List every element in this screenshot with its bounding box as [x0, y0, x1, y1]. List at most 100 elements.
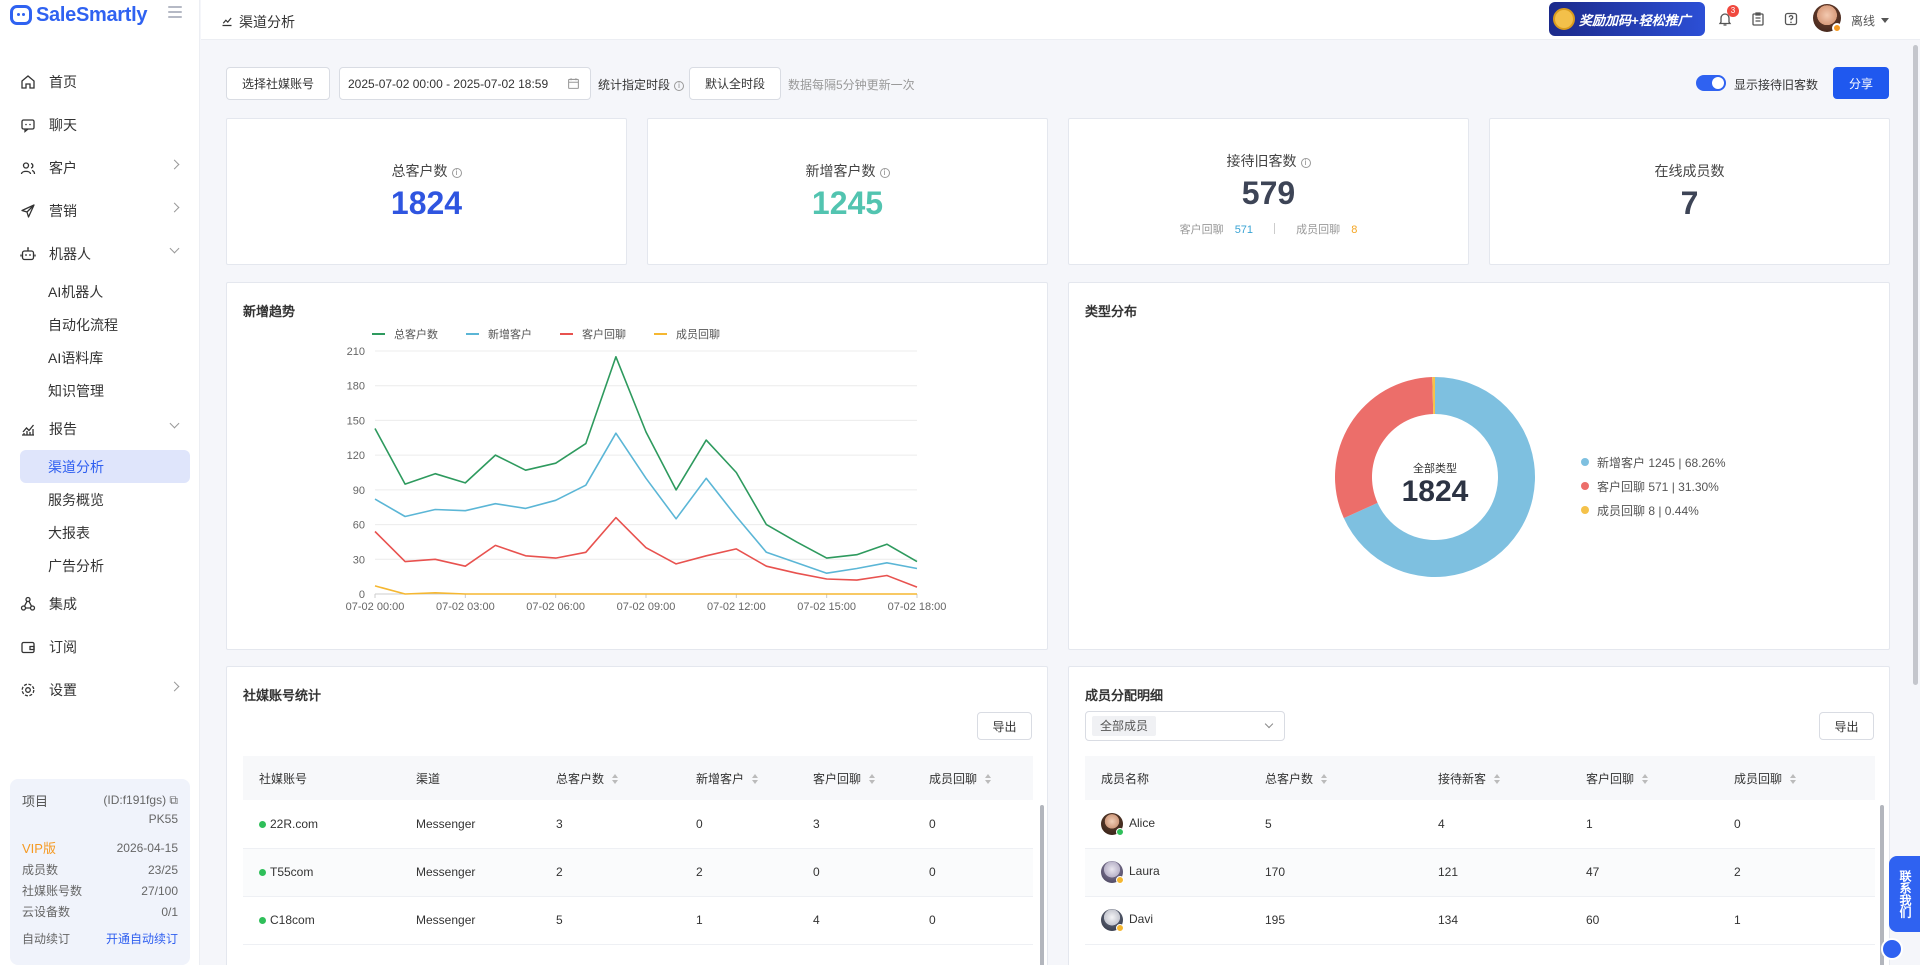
sidebar-sub-ai-robot[interactable]: AI机器人: [0, 275, 200, 308]
table-row[interactable]: Davi 195 134 60 1: [1085, 896, 1875, 945]
select-account-button[interactable]: 选择社媒账号: [226, 67, 330, 100]
donut-center-label: 全部类型: [1413, 463, 1457, 475]
x-tick-label: 07-02 06:00: [526, 601, 585, 613]
col-header-sortable[interactable]: 成员回聊: [913, 756, 1033, 800]
col-header-sortable[interactable]: 接待新客: [1422, 756, 1570, 800]
table-row[interactable]: 22R.com Messenger 3 0 3 0: [243, 800, 1033, 849]
chat-bubble-icon[interactable]: [1881, 938, 1903, 960]
x-tick-label: 07-02 18:00: [888, 601, 947, 613]
page-title: 渠道分析: [239, 14, 295, 30]
sidebar-item-label: 集成: [49, 595, 77, 612]
sort-icon[interactable]: [869, 773, 876, 784]
sidebar: SaleSmartly 首页 聊天 客户 营销 机器人 AI机器人 自动化流程 …: [0, 0, 200, 965]
total-cell: 170: [1249, 848, 1422, 897]
integration-icon: [20, 596, 36, 612]
pie-legend-item[interactable]: 客户回聊 571 | 31.30%: [1581, 474, 1726, 498]
table-row[interactable]: T55com Messenger 2 2 0 0: [243, 848, 1033, 897]
chevron-down-icon: [169, 243, 180, 254]
sidebar-item-label: 客户: [49, 159, 77, 176]
customer-reply-cell: 4: [797, 896, 913, 945]
period-select[interactable]: 默认全时段: [689, 67, 781, 100]
promo-banner[interactable]: 奖励加码+轻松推广: [1549, 2, 1705, 36]
table-row[interactable]: C18com Messenger 5 1 4 0: [243, 896, 1033, 945]
project-id[interactable]: (ID:f191fgs) ⧉: [103, 793, 178, 808]
sidebar-sub-knowledge[interactable]: 知识管理: [0, 374, 200, 407]
period-label: 统计指定时段 i: [598, 76, 685, 93]
sort-icon[interactable]: [1642, 773, 1649, 784]
breadcrumb: 渠道分析: [221, 12, 295, 32]
sidebar-sub-ads-analysis[interactable]: 广告分析: [0, 549, 200, 582]
sort-icon[interactable]: [1494, 773, 1501, 784]
date-range-picker[interactable]: 2025-07-02 00:00 - 2025-07-02 18:59: [339, 67, 591, 100]
help-icon[interactable]: [1783, 11, 1799, 27]
show-old-customers-toggle[interactable]: [1696, 75, 1726, 91]
export-button[interactable]: 导出: [977, 712, 1032, 740]
clipboard-icon[interactable]: [1750, 11, 1766, 27]
export-button[interactable]: 导出: [1819, 712, 1874, 740]
share-button[interactable]: 分享: [1833, 67, 1889, 99]
stat-value: 1245: [811, 185, 884, 221]
info-icon[interactable]: i: [674, 81, 685, 91]
table-scrollbar[interactable]: [1040, 805, 1044, 965]
notification-badge: 3: [1727, 5, 1739, 17]
avatar: [1101, 861, 1124, 884]
renew-label: 自动续订: [22, 932, 71, 946]
sidebar-item-chat[interactable]: 聊天: [0, 103, 200, 146]
sidebar-item-marketing[interactable]: 营销: [0, 189, 200, 232]
total-cell: 5: [540, 896, 680, 945]
sort-icon[interactable]: [1790, 773, 1797, 784]
sort-icon[interactable]: [985, 773, 992, 784]
pie-legend-item[interactable]: 新增客户 1245 | 68.26%: [1581, 450, 1726, 474]
sidebar-sub-ai-corpus[interactable]: AI语料库: [0, 341, 200, 374]
sort-icon[interactable]: [752, 773, 759, 784]
sidebar-item-settings[interactable]: 设置: [0, 668, 200, 711]
col-header-sortable[interactable]: 新增客户: [680, 756, 797, 800]
chat-icon: [20, 117, 36, 133]
stat-value: 579: [1241, 175, 1296, 211]
sidebar-item-label: 机器人: [49, 245, 91, 262]
table-row[interactable]: Laura 170 121 47 2: [1085, 848, 1875, 897]
copy-icon[interactable]: ⧉: [169, 793, 178, 807]
col-header-sortable[interactable]: 客户回聊: [797, 756, 913, 800]
sidebar-sub-channel-analysis[interactable]: 渠道分析: [20, 450, 190, 483]
bell-icon[interactable]: 3: [1717, 5, 1739, 27]
renew-link[interactable]: 开通自动续订: [106, 930, 178, 947]
user-avatar[interactable]: [1813, 4, 1842, 33]
series-line-2: [374, 516, 918, 588]
sidebar-sub-service-overview[interactable]: 服务概览: [0, 483, 200, 516]
member-filter-select[interactable]: 全部成员: [1085, 711, 1285, 741]
sidebar-item-customers[interactable]: 客户: [0, 146, 200, 189]
donut-center-value: 1824: [1401, 475, 1469, 508]
sidebar-item-home[interactable]: 首页: [0, 60, 200, 103]
info-icon[interactable]: i: [1300, 158, 1311, 168]
col-header-sortable[interactable]: 总客户数: [1249, 756, 1422, 800]
table-row[interactable]: Alice 5 4 1 0: [1085, 800, 1875, 849]
contact-us-tab[interactable]: 联系我们: [1889, 856, 1920, 932]
col-header-sortable[interactable]: 客户回聊: [1570, 756, 1718, 800]
info-icon[interactable]: i: [451, 168, 462, 178]
collapse-menu-icon[interactable]: [168, 6, 182, 18]
sort-icon[interactable]: [1321, 773, 1328, 784]
sort-icon[interactable]: [612, 773, 619, 784]
new-cell: 121: [1422, 848, 1570, 897]
col-header-sortable[interactable]: 成员回聊: [1718, 756, 1875, 800]
customer-reply-cell: 3: [797, 800, 913, 849]
page-scrollbar[interactable]: [1913, 45, 1918, 685]
sidebar-sub-automation[interactable]: 自动化流程: [0, 308, 200, 341]
x-tick-label: 07-02 15:00: [797, 601, 856, 613]
member-allocation-table: 成员名称 总客户数 接待新客 客户回聊 成员回聊 Alice 5 4 1 0 L…: [1085, 756, 1875, 945]
sidebar-item-robot[interactable]: 机器人: [0, 232, 200, 275]
info-icon[interactable]: i: [879, 168, 890, 178]
brand-logo[interactable]: SaleSmartly: [10, 2, 148, 28]
sidebar-item-integration[interactable]: 集成: [0, 582, 200, 625]
user-status-dropdown[interactable]: 离线: [1851, 12, 1889, 29]
update-hint: 数据每隔5分钟更新一次: [788, 78, 915, 92]
y-tick-label: 120: [347, 450, 365, 462]
y-tick-label: 30: [353, 554, 365, 566]
sidebar-item-subscription[interactable]: 订阅: [0, 625, 200, 668]
pie-legend-item[interactable]: 成员回聊 8 | 0.44%: [1581, 498, 1726, 522]
sidebar-item-report[interactable]: 报告: [0, 407, 200, 450]
x-tick-label: 07-02 00:00: [346, 601, 405, 613]
sidebar-sub-big-report[interactable]: 大报表: [0, 516, 200, 549]
col-header-sortable[interactable]: 总客户数: [540, 756, 680, 800]
